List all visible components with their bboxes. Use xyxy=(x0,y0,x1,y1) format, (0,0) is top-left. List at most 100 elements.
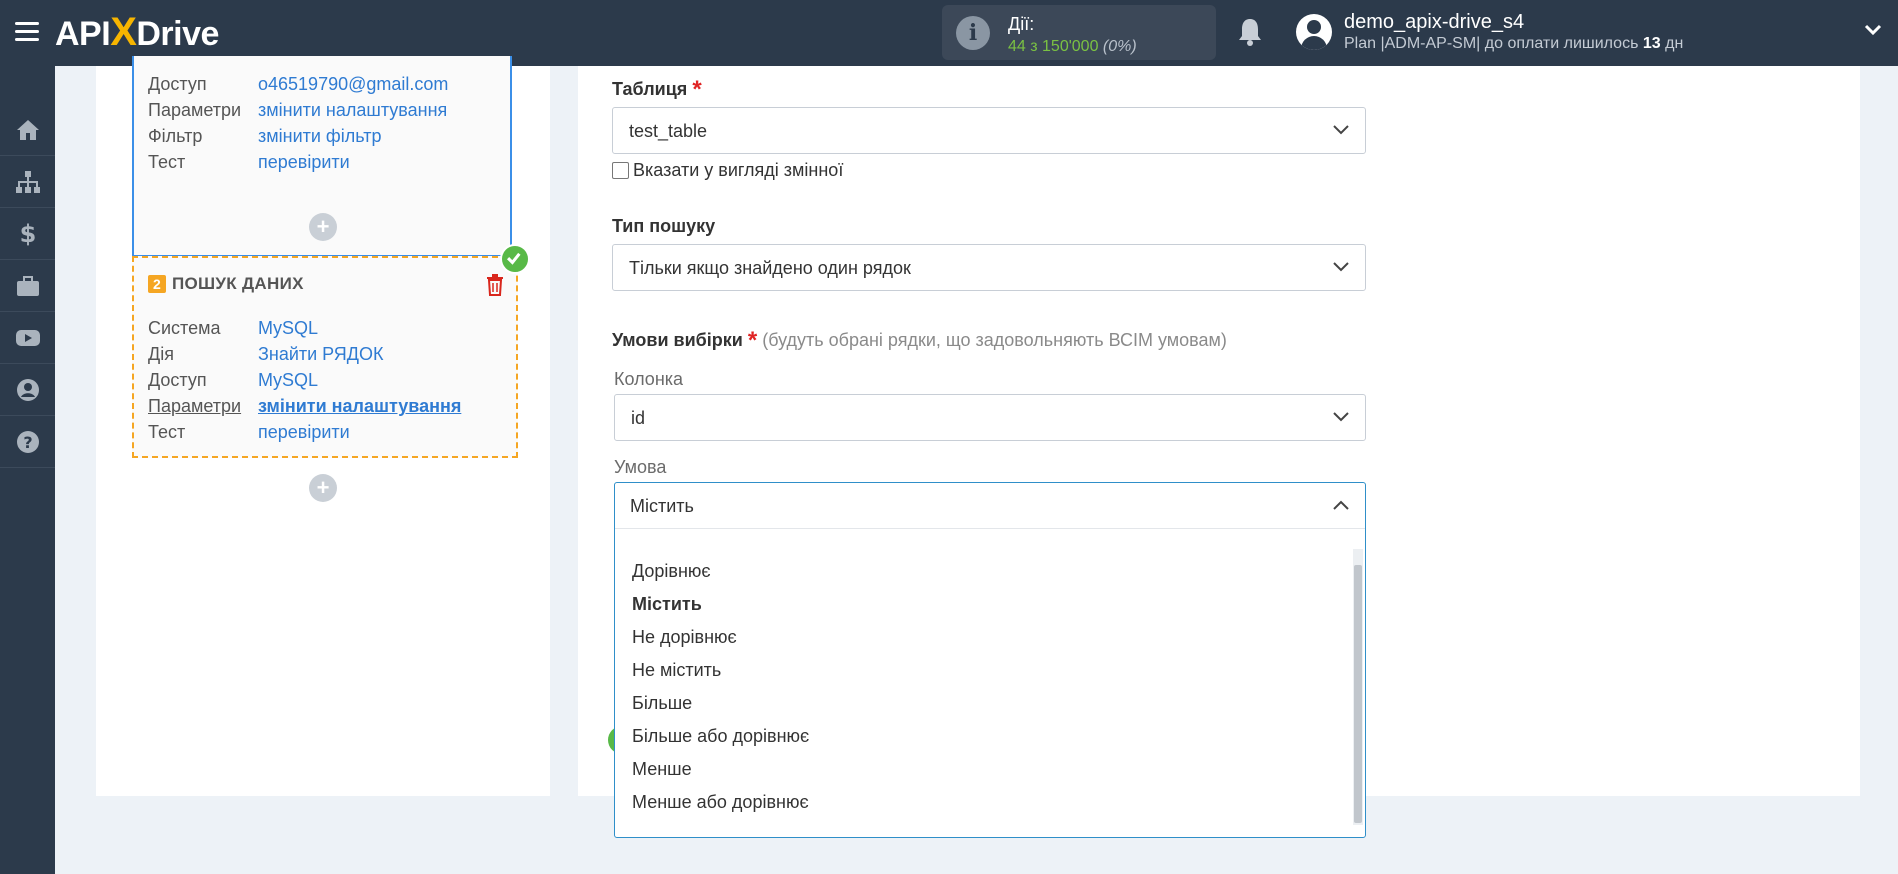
youtube-icon xyxy=(15,329,40,346)
bell-icon[interactable] xyxy=(1236,17,1264,47)
condition-value: Містить xyxy=(630,496,694,516)
chevron-down-icon xyxy=(1333,412,1349,422)
trash-icon[interactable] xyxy=(486,274,504,296)
option-greater[interactable]: Більше xyxy=(632,693,692,714)
avatar[interactable] xyxy=(1296,14,1332,50)
sidebar-item-billing[interactable]: $ xyxy=(0,208,55,260)
actions-percent: (0%) xyxy=(1102,38,1137,55)
as-variable-label: Вказати у вигляді змінної xyxy=(633,160,844,180)
row-value[interactable]: перевірити xyxy=(258,152,350,172)
row-key: Тест xyxy=(148,152,186,172)
sidebar-item-profile[interactable] xyxy=(0,364,55,416)
sidebar-item-structure[interactable] xyxy=(0,156,55,208)
dollar-icon: $ xyxy=(19,221,36,247)
card1-row-params: Параметри змінити налаштування xyxy=(148,100,447,121)
row-key: Тест xyxy=(148,422,186,442)
sidebar: $ ? xyxy=(0,66,55,874)
success-check-icon xyxy=(500,244,530,274)
conditions-hint: (будуть обрані рядки, що задовольняють В… xyxy=(762,330,1227,350)
option-contains[interactable]: Містить xyxy=(632,594,702,615)
search-type-select[interactable]: Тільки якщо знайдено один рядок xyxy=(612,244,1366,291)
info-icon: i xyxy=(956,16,990,50)
briefcase-icon xyxy=(16,275,39,296)
table-select-value: test_table xyxy=(629,121,708,141)
plan-info: Plan |ADM-AP-SM| до оплати лишилось 13 д… xyxy=(1344,35,1683,53)
condition-select[interactable]: Містить xyxy=(615,483,1365,529)
sidebar-item-video[interactable] xyxy=(0,312,55,364)
svg-text:?: ? xyxy=(23,433,32,452)
add-step-button[interactable]: + xyxy=(309,213,337,241)
required-mark: * xyxy=(692,76,702,103)
svg-text:$: $ xyxy=(19,221,36,247)
row-key: Параметри xyxy=(148,396,242,416)
logo-drive: Drive xyxy=(136,15,219,53)
row-value[interactable]: змінити налаштування xyxy=(258,100,447,120)
sidebar-item-home[interactable] xyxy=(0,104,55,156)
row-key: Параметри xyxy=(148,100,242,120)
row-key: Система xyxy=(148,318,221,338)
step-card-2[interactable]: 2 ПОШУК ДАНИХ Система MySQL Дія Знайти РЯДО… xyxy=(132,256,518,458)
plan-unit: дн xyxy=(1665,35,1684,52)
row-value[interactable]: MySQL xyxy=(258,318,318,338)
column-label: Колонка xyxy=(614,369,684,389)
option-less[interactable]: Менше xyxy=(632,759,692,780)
option-equals[interactable]: Дорівнює xyxy=(632,561,711,582)
actions-value: 44 з 150'000 (0%) xyxy=(1008,38,1137,56)
option-not-equals[interactable]: Не дорівнює xyxy=(632,627,737,648)
row-value[interactable]: змінити фільтр xyxy=(258,126,381,146)
search-type-value: Тільки якщо знайдено один рядок xyxy=(629,258,911,278)
row-key: Дія xyxy=(148,344,174,364)
option-not-contains[interactable]: Не містить xyxy=(632,660,721,681)
row-value[interactable]: o46519790@gmail.com xyxy=(258,74,448,94)
step-title: ПОШУК ДАНИХ xyxy=(172,274,304,293)
option-less-or-equal[interactable]: Менше або дорівнює xyxy=(632,792,809,813)
card2-title: 2 ПОШУК ДАНИХ xyxy=(148,274,304,294)
add-step-button[interactable]: + xyxy=(309,474,337,502)
step-number: 2 xyxy=(148,275,166,293)
row-value[interactable]: Знайти РЯДОК xyxy=(258,344,383,364)
sidebar-item-services[interactable] xyxy=(0,260,55,312)
actions-counter: i Дії: 44 з 150'000 (0%) xyxy=(942,5,1216,60)
conditions-label: Умови вибірки * (будуть обрані рядки, що… xyxy=(612,327,1227,355)
logo[interactable]: APIXDrive xyxy=(55,10,219,54)
row-key: Доступ xyxy=(148,74,207,94)
row-key: Фільтр xyxy=(148,126,203,146)
card2-row-access: Доступ MySQL xyxy=(148,370,318,391)
user-icon xyxy=(16,378,39,401)
actions-count: 44 з 150'000 xyxy=(1008,38,1099,55)
table-label: Таблиця * xyxy=(612,76,702,104)
chevron-down-icon xyxy=(1333,262,1349,272)
menu-icon[interactable] xyxy=(15,22,39,42)
option-greater-or-equal[interactable]: Більше або дорівнює xyxy=(632,726,809,747)
chevron-down-icon[interactable] xyxy=(1864,24,1882,36)
condition-dropdown[interactable]: Містить Дорівнює Містить Не дорівнює Не … xyxy=(614,482,1366,838)
card2-row-system: Система MySQL xyxy=(148,318,318,339)
home-icon xyxy=(16,119,39,140)
conditions-label-text: Умови вибірки xyxy=(612,330,743,350)
logo-api: API xyxy=(55,15,111,53)
chevron-up-icon xyxy=(1333,500,1349,510)
plan-days: 13 xyxy=(1642,35,1661,52)
dropdown-scroll-thumb[interactable] xyxy=(1354,565,1362,823)
row-value[interactable]: MySQL xyxy=(258,370,318,390)
sidebar-item-help[interactable]: ? xyxy=(0,416,55,468)
plan-text: Plan |ADM-AP-SM| до оплати лишилось xyxy=(1344,35,1639,52)
card1-row-test: Тест перевірити xyxy=(148,152,350,173)
checkbox[interactable] xyxy=(612,162,629,179)
sitemap-icon xyxy=(15,170,40,193)
table-select[interactable]: test_table xyxy=(612,107,1366,154)
card2-row-action: Дія Знайти РЯДОК xyxy=(148,344,383,365)
help-icon: ? xyxy=(16,430,39,453)
required-mark: * xyxy=(747,327,758,354)
logo-x: X xyxy=(110,10,137,54)
card1-row-access: Доступ o46519790@gmail.com xyxy=(148,74,448,95)
user-name[interactable]: demo_apix-drive_s4 xyxy=(1344,11,1524,34)
search-type-label: Тип пошуку xyxy=(612,216,716,236)
column-select[interactable]: id xyxy=(614,394,1366,441)
as-variable-checkbox[interactable]: Вказати у вигляді змінної xyxy=(612,160,843,181)
row-value[interactable]: змінити налаштування xyxy=(258,396,461,416)
card2-row-params: Параметри змінити налаштування xyxy=(148,396,461,417)
table-label-text: Таблиця xyxy=(612,79,688,99)
row-value[interactable]: перевірити xyxy=(258,422,350,442)
card2-row-test: Тест перевірити xyxy=(148,422,350,443)
